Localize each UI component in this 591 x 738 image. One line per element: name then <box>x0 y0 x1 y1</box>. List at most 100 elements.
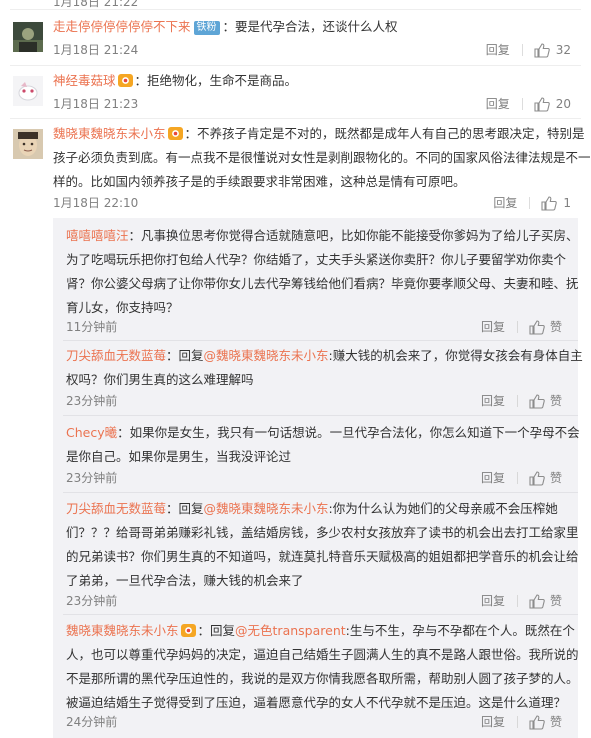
action-separator <box>516 716 518 728</box>
like-label: 赞 <box>549 394 562 408</box>
comment-time: 1月18日 21:24 <box>53 43 139 57</box>
vip-icon <box>180 621 196 637</box>
reply-body-line: 肾？你公婆父母病了让你带你女儿去代孕筹钱给他们看病？毕竟你要孝顺父母、夫妻和睦、… <box>66 276 579 291</box>
reply-body-line: 了弟弟，一旦代孕合法，赚大钱的机会来了 <box>66 573 304 588</box>
comment-actions: 回复 1 <box>493 195 571 211</box>
reply-time: 23分钟前 <box>66 471 118 485</box>
divider <box>63 415 578 416</box>
vip-icon <box>167 124 183 140</box>
divider <box>63 614 578 615</box>
like-count: 32 <box>555 43 571 57</box>
like-button[interactable]: 赞 <box>529 593 562 609</box>
like-button[interactable]: 赞 <box>529 714 562 730</box>
action-separator <box>521 44 523 56</box>
comment-text: 走走停停停停停停不下来 铁粉 ：要是代孕合法，还谈什么人权 <box>53 15 578 39</box>
like-button[interactable]: 赞 <box>529 470 562 486</box>
reply-prefix: ：回复 <box>166 501 204 516</box>
like-button[interactable]: 20 <box>534 96 571 112</box>
thumbs-up-icon <box>541 195 558 211</box>
thumbs-up-icon <box>534 42 550 58</box>
comment-text: 神经毒菇球 ：拒绝物化，生命不是商品。 <box>53 69 578 93</box>
divider <box>63 492 578 493</box>
reply-body-line: 不是那所谓的黑代孕压迫性的，我说的是双方你情我愿各取所需，帮助别人圆了孩子梦的人… <box>66 671 579 686</box>
reply-body-line: 被逼迫结婚生子觉得受到了压迫，逼着愿意代孕的女人不代孕就不是压迫。这是什么道理？ <box>66 695 567 710</box>
reply-button[interactable]: 回复 <box>486 96 510 112</box>
reply-body-line: :你为什么认为她们的父母亲戚不会压榨她 <box>328 501 558 516</box>
divider <box>10 9 581 10</box>
like-button[interactable]: 赞 <box>529 393 562 409</box>
comment-time: 1月18日 22:10 <box>53 196 139 210</box>
reply-actions: 回复 赞 <box>481 714 562 730</box>
reply-body-line: 的兄弟读书？你们男生真的不知道吗，就连莫扎特音乐天赋极高的姐姐都把学音乐的机会让… <box>66 549 579 564</box>
reply-button[interactable]: 回复 <box>481 593 505 609</box>
divider <box>10 118 581 119</box>
thumbs-up-icon <box>529 319 545 335</box>
action-separator <box>521 98 523 110</box>
thumbs-up-icon <box>529 393 545 409</box>
like-label: 赞 <box>549 320 562 334</box>
reply-body-line: :生与不生，孕与不孕都在个人。既然在个 <box>345 623 575 638</box>
like-label: 赞 <box>549 471 562 485</box>
thumbs-up-icon <box>534 96 550 112</box>
vip-icon <box>117 71 133 87</box>
reply-body-line: 育儿女，你支持吗？ <box>66 300 179 315</box>
mention-link[interactable]: @无色transparent <box>235 623 346 638</box>
reply-prefix: ：回复 <box>166 348 204 363</box>
like-button[interactable]: 赞 <box>529 319 562 335</box>
reply-text: 刀尖舔血无数蓝莓：回复@魏晓東魏晓东未小东:你为什么认为她们的父母亲戚不会压榨她 <box>66 497 571 521</box>
reply-button[interactable]: 回复 <box>486 42 510 58</box>
reply-actions: 回复 赞 <box>481 593 562 609</box>
reply-actions: 回复 赞 <box>481 393 562 409</box>
comment-body-line: 孩子必须负责到底。有一点我不是很懂说对女性是剥削跟物化的。不同的国家风俗法律法规… <box>53 150 591 165</box>
reply-body-line: ：凡事换位思考你觉得合适就随意吧，比如你能不能接受你爹妈为了给儿子买房、 <box>128 228 579 243</box>
reply-text: 刀尖舔血无数蓝莓：回复@魏晓東魏晓东未小东:赚大钱的机会来了，你觉得女孩会有身体… <box>66 344 583 368</box>
reply-button[interactable]: 回复 <box>481 393 505 409</box>
reply-time: 23分钟前 <box>66 594 118 608</box>
action-separator <box>516 395 518 407</box>
reply-username[interactable]: Checy曦 <box>66 425 117 440</box>
comment-time: 1月18日 21:23 <box>53 97 139 111</box>
reply-time: 24分钟前 <box>66 715 118 729</box>
comment-username[interactable]: 神经毒菇球 <box>53 73 116 88</box>
reply-username[interactable]: 嘻嘻嘻嘻汪 <box>66 228 129 243</box>
reply-button[interactable]: 回复 <box>481 319 505 335</box>
comment-text: 魏晓東魏晓东未小东 ：不养孩子肯定是不对的，既然都是成年人有自己的思考跟决定，特别… <box>53 122 585 146</box>
mention-link[interactable]: @魏晓東魏晓东未小东 <box>204 501 329 516</box>
comment-actions: 回复 32 <box>486 42 571 58</box>
divider <box>63 340 578 341</box>
comment-username[interactable]: 魏晓東魏晓东未小东 <box>53 126 166 141</box>
comment-body-line: 样的。比如国内领养孩子是的手续跟要求非常困难，这种总是情有可原吧。 <box>53 174 466 189</box>
action-separator <box>516 321 518 333</box>
reply-username[interactable]: 刀尖舔血无数蓝莓 <box>66 501 166 516</box>
fan-badge: 铁粉 <box>193 21 220 35</box>
reply-text: 嘻嘻嘻嘻汪：凡事换位思考你觉得合适就随意吧，比如你能不能接受你爹妈为了给儿子买房… <box>66 224 579 248</box>
comment-body-line: ：不养孩子肯定是不对的，既然都是成年人有自己的思考跟决定，特别是 <box>184 126 585 141</box>
avatar[interactable] <box>13 129 43 159</box>
reply-username[interactable]: 刀尖舔血无数蓝莓 <box>66 348 166 363</box>
like-count: 20 <box>555 97 571 111</box>
action-separator <box>516 472 518 484</box>
reply-body-line: 们？？？给哥哥弟弟赚彩礼钱，盖结婚房钱，多少农村女孩放弃了读书的机会出去打工给家… <box>66 525 579 540</box>
reply-time: 23分钟前 <box>66 394 118 408</box>
reply-button[interactable]: 回复 <box>493 195 517 211</box>
like-label: 赞 <box>549 715 562 729</box>
like-button[interactable]: 32 <box>534 42 571 58</box>
like-count: 1 <box>563 196 571 210</box>
reply-button[interactable]: 回复 <box>481 714 505 730</box>
comment-username[interactable]: 走走停停停停停停不下来 <box>53 19 191 34</box>
comment-actions: 回复 20 <box>486 96 571 112</box>
reply-prefix: ：回复 <box>197 623 236 638</box>
mention-link[interactable]: @魏晓東魏晓东未小东 <box>204 348 329 363</box>
comment-body: ：拒绝物化，生命不是商品。 <box>134 73 298 88</box>
reply-button[interactable]: 回复 <box>481 470 505 486</box>
avatar[interactable] <box>13 76 43 106</box>
like-button[interactable]: 1 <box>541 195 571 211</box>
reply-text: Checy曦：如果你是女生，我只有一句话想说。一旦代孕合法化，你怎么知道下一个孕… <box>66 421 580 445</box>
action-separator <box>516 595 518 607</box>
avatar[interactable] <box>13 22 43 52</box>
thumbs-up-icon <box>529 714 545 730</box>
reply-actions: 回复 赞 <box>481 319 562 335</box>
reply-username[interactable]: 魏晓東魏晓东未小东 <box>66 623 179 638</box>
reply-body-line: ：如果你是女生，我只有一句话想说。一旦代孕合法化，你怎么知道下一个孕母不会 <box>117 425 580 440</box>
reply-actions: 回复 赞 <box>481 470 562 486</box>
